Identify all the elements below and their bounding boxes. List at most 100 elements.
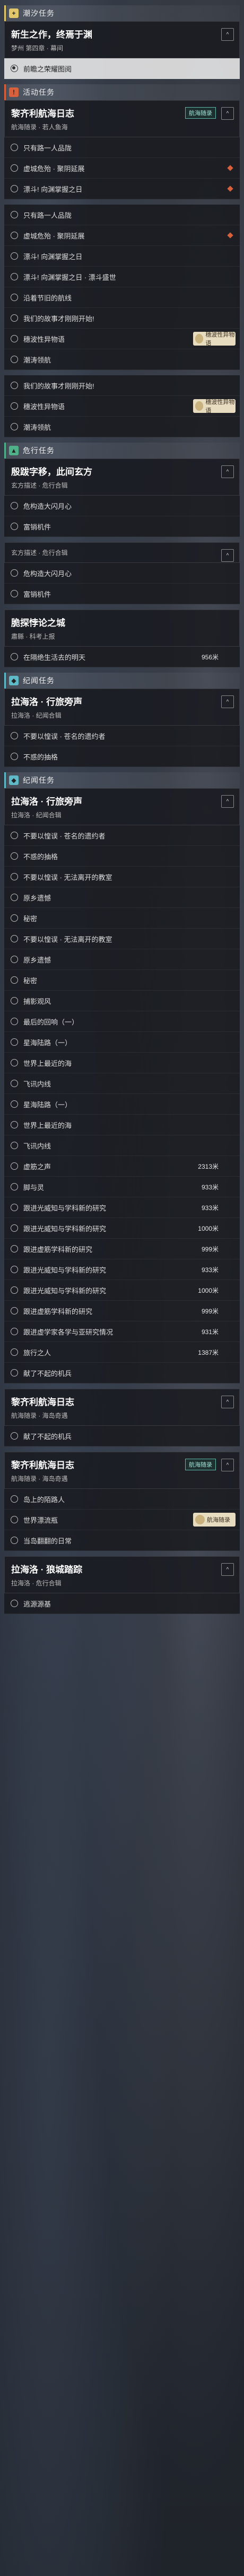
quest-step-row[interactable]: 不要以惶误 · 苍名的遗约者 xyxy=(4,726,240,746)
step-status-icon xyxy=(11,185,18,192)
step-label: 脚与灵 xyxy=(23,1183,45,1192)
quest-step-row[interactable]: 跟进虚筋学科新的研究 999米 xyxy=(4,1239,240,1259)
quest-step-row[interactable]: 穗波性异物语 穗波性异物语 xyxy=(4,396,240,417)
section-header[interactable]: ◆ 纪闻任务 xyxy=(4,673,240,689)
collapse-chevron-icon[interactable]: ^ xyxy=(221,465,234,478)
quest-step-row[interactable]: 危构造大闪月心 xyxy=(4,496,240,516)
quest-step-row[interactable]: 富销机件 xyxy=(4,584,240,604)
quest-step-row[interactable]: 漂斗! 向渊掌握之日 xyxy=(4,246,240,267)
quest-step-row[interactable]: 最后的回响（一） xyxy=(4,1011,240,1032)
step-label: 跟进虚学家各学与亚研究情况 xyxy=(23,1328,114,1336)
quest-section: 拉海洛 · 狼城踏踪 拉海洛 · 危行合辑 ^ 逃源源基 xyxy=(4,1556,240,1614)
quest-step-row[interactable]: 沿着节旧的航线 xyxy=(4,287,240,308)
quest-step-row[interactable]: 不惑的抽格 xyxy=(4,846,240,867)
quest-step-row[interactable]: 不惑的抽格 xyxy=(4,746,240,767)
quest-section: 脆探悖论之城 肅縣 · 科考上报 在隔绝生活去的明天 956米 xyxy=(4,610,240,667)
step-label: 原乡遗憾 xyxy=(23,894,51,902)
quest-step-row[interactable]: 虚筋之声 2313米 xyxy=(4,1156,240,1177)
quest-section: 黎齐利航海日志 航海随录 · 海岛奇遇 ^ 献了不起的机兵 xyxy=(4,1389,240,1446)
quest-step-row[interactable]: 我们的故事才刚刚开始! xyxy=(4,308,240,329)
quest-step-row[interactable]: 跟进光威知与学科新的研究 933米 xyxy=(4,1197,240,1218)
quest-card[interactable]: 黎齐利航海日志 航海随录 · 海岛奇遇 ^ xyxy=(4,1389,240,1426)
step-status-icon xyxy=(11,1224,18,1232)
section-header[interactable]: ▲ 危行任务 xyxy=(4,443,240,458)
step-distance: 999米 xyxy=(201,1245,219,1253)
quest-step-row[interactable]: 逃源源基 xyxy=(4,1593,240,1614)
quest-step-row[interactable]: 献了不起的机兵 xyxy=(4,1426,240,1446)
quest-card[interactable]: 拉海洛 · 行旅旁声 拉海洛 · 纪闻合辑 ^ xyxy=(4,788,240,825)
collapse-chevron-icon[interactable]: ^ xyxy=(221,1396,234,1408)
quest-step-row[interactable]: 脚与灵 933米 xyxy=(4,1177,240,1197)
quest-card[interactable]: 脆探悖论之城 肅縣 · 科考上报 xyxy=(4,610,240,647)
quest-step-row[interactable]: 富销机件 xyxy=(4,516,240,537)
quest-step-row[interactable]: 秘密 xyxy=(4,970,240,991)
collapse-chevron-icon[interactable]: ^ xyxy=(221,28,234,41)
quest-step-row[interactable]: 跟进光威知与学科新的研究 1000米 xyxy=(4,1218,240,1239)
quest-card[interactable]: 拉海洛 · 行旅旁声 拉海洛 · 纪闻合辑 ^ xyxy=(4,689,240,726)
step-status-icon xyxy=(11,1162,18,1170)
quest-card[interactable]: 新生之作，终焉于渊 梦州 第四章 · 幕间 ^ xyxy=(4,21,240,58)
collapse-chevron-icon[interactable]: ^ xyxy=(221,549,234,562)
quest-step-row[interactable]: 星海陆路（一） xyxy=(4,1032,240,1053)
quest-card[interactable]: 黎齐利航海日志 航海随录 · 若人鱼海 航海随录 ^ xyxy=(4,100,240,137)
quest-step-row[interactable]: 飞讯内线 xyxy=(4,1073,240,1094)
quest-card[interactable]: 玄方描述 · 危行合辑 ^ xyxy=(4,542,240,563)
quest-step-row[interactable]: 虚城危殆 · 聚阴延展 xyxy=(4,158,240,179)
quest-step-row[interactable]: 跟进虚学家各学与亚研究情况 931米 xyxy=(4,1321,240,1342)
step-status-icon xyxy=(11,1307,18,1315)
quest-step-row[interactable]: 世界漂流瓶 航海随录 xyxy=(4,1510,240,1530)
quest-card[interactable]: 拉海洛 · 狼城踏踪 拉海洛 · 危行合辑 ^ xyxy=(4,1556,240,1593)
collapse-chevron-icon[interactable]: ^ xyxy=(221,695,234,708)
quest-step-row[interactable]: 潮涛领航 xyxy=(4,417,240,437)
quest-step-row[interactable]: 虚城危殆 · 聚阴延展 xyxy=(4,225,240,246)
quest-step-row[interactable]: 我们的故事才刚刚开始! xyxy=(4,375,240,396)
step-status-icon xyxy=(11,732,18,739)
collapse-chevron-icon[interactable]: ^ xyxy=(221,107,234,120)
quest-step-row[interactable]: 漂斗! 向渊掌握之日 · 漂斗盛世 xyxy=(4,267,240,287)
quest-step-row[interactable]: 前瞻之荣耀图阅 xyxy=(4,58,240,79)
quest-step-row[interactable]: 不要以惶误 · 无法离开的教室 xyxy=(4,929,240,949)
quest-step-row[interactable]: 捕影观风 xyxy=(4,991,240,1011)
collapse-chevron-icon[interactable]: ^ xyxy=(221,795,234,808)
quest-step-row[interactable]: 只有路一人品陇 xyxy=(4,137,240,158)
quest-step-row[interactable]: 世界上最近的海 xyxy=(4,1053,240,1073)
collapse-chevron-icon[interactable]: ^ xyxy=(221,1563,234,1576)
quest-step-row[interactable]: 潮涛领航 xyxy=(4,349,240,370)
quest-step-row[interactable]: 岛上的陌路人 xyxy=(4,1489,240,1510)
quest-list[interactable]: + 潮汐任务 新生之作，终焉于渊 梦州 第四章 · 幕间 ^ 前瞻之荣耀图阅! 活动任务 黎齐… xyxy=(4,0,240,1614)
quest-step-row[interactable]: 秘密 xyxy=(4,908,240,929)
quest-step-row[interactable]: 当岛翻翻的日常 xyxy=(4,1530,240,1551)
step-status-icon xyxy=(11,423,18,430)
quest-step-row[interactable]: 原乡遗憾 xyxy=(4,949,240,970)
quest-step-row[interactable]: 危构造大闪月心 xyxy=(4,563,240,584)
quest-step-row[interactable]: 跟进虚筋学科新的研究 999米 xyxy=(4,1301,240,1321)
quest-step-row[interactable]: 只有路一人品陇 xyxy=(4,205,240,225)
event-badge[interactable]: 航海随录 xyxy=(193,1513,236,1527)
step-label: 不要以惶误 · 苍名的遗约者 xyxy=(23,832,106,840)
collapse-chevron-icon[interactable]: ^ xyxy=(221,1459,234,1471)
section-header[interactable]: ◆ 纪闻任务 xyxy=(4,772,240,788)
quest-step-row[interactable]: 漂斗! 向渊掌握之日 xyxy=(4,179,240,199)
quest-step-row[interactable]: 原乡遗憾 xyxy=(4,887,240,908)
step-status-icon xyxy=(11,956,18,963)
event-badge[interactable]: 穗波性异物语 xyxy=(193,332,236,347)
event-badge[interactable]: 穗波性异物语 xyxy=(193,399,236,414)
quest-card[interactable]: 黎齐利航海日志 航海随录 · 海岛奇遇 航海随录 ^ xyxy=(4,1452,240,1489)
quest-step-row[interactable]: 跟进光威知与学科新的研究 1000米 xyxy=(4,1280,240,1301)
quest-step-row[interactable]: 世界上最近的海 xyxy=(4,1115,240,1135)
event-badge-label: 穗波性异物语 xyxy=(205,399,235,414)
quest-step-row[interactable]: 飞讯内线 xyxy=(4,1135,240,1156)
quest-step-row[interactable]: 跟进光威知与学科新的研究 933米 xyxy=(4,1259,240,1280)
section-header[interactable]: + 潮汐任务 xyxy=(4,5,240,21)
quest-step-row[interactable]: 不要以惶误 · 无法离开的教室 xyxy=(4,867,240,887)
step-label: 富销机件 xyxy=(23,590,51,598)
step-distance: 1000米 xyxy=(198,1224,219,1232)
quest-step-row[interactable]: 献了不起的机兵 xyxy=(4,1363,240,1383)
section-header[interactable]: ! 活动任务 xyxy=(4,84,240,100)
quest-step-row[interactable]: 不要以惶误 · 苍名的遗约者 xyxy=(4,825,240,846)
quest-step-row[interactable]: 在隔绝生活去的明天 956米 xyxy=(4,647,240,667)
quest-step-row[interactable]: 星海陆路（一） xyxy=(4,1094,240,1115)
quest-step-row[interactable]: 穗波性异物语 穗波性异物语 xyxy=(4,329,240,349)
quest-card[interactable]: 殷跋字移，此间玄方 玄方描述 · 危行合辑 ^ xyxy=(4,458,240,496)
quest-step-row[interactable]: 旅行之人 1387米 xyxy=(4,1342,240,1363)
